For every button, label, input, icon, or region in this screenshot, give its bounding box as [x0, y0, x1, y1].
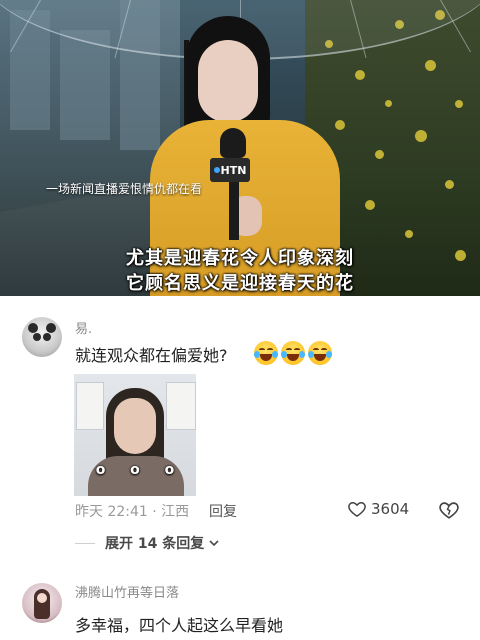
- like-button[interactable]: 3604: [347, 499, 409, 519]
- mic-logo-text: HTN: [220, 163, 247, 177]
- avatar[interactable]: [22, 583, 62, 623]
- image-overlay-text: o o o: [95, 462, 185, 478]
- avatar-eye: [43, 333, 51, 341]
- avatar[interactable]: [22, 317, 62, 357]
- heart-icon: [348, 501, 366, 517]
- notice-board: [166, 382, 196, 430]
- laugh-cry-emoji-icon: [254, 341, 278, 365]
- microphone-handle: [229, 180, 239, 240]
- chevron-down-icon: [209, 540, 219, 547]
- reply-button[interactable]: 回复: [209, 501, 237, 521]
- comment-text: 就连观众都在偏爱她?: [75, 346, 228, 365]
- video-player[interactable]: HTN 一场新闻直播爱恨情仇都在看 尤其是迎春花令人印象深刻 它顾名思义是迎接春…: [0, 0, 480, 296]
- avatar-ear: [46, 323, 56, 333]
- video-subtitle-line1: 尤其是迎春花令人印象深刻: [126, 248, 354, 269]
- avatar-eye: [33, 333, 41, 341]
- microphone-icon: [220, 128, 246, 158]
- expand-replies-button[interactable]: 展开 14 条回复: [75, 533, 220, 553]
- like-count: 3604: [371, 500, 410, 518]
- comment-image[interactable]: o o o: [74, 374, 196, 496]
- presenter-face: [198, 40, 258, 122]
- avatar-face: [37, 593, 47, 603]
- video-overlay-caption: 一场新闻直播爱恨情仇都在看: [46, 182, 203, 196]
- broken-heart-icon: [439, 502, 459, 519]
- video-subtitle-line2: 它顾名思义是迎接春天的花: [126, 273, 354, 294]
- comment-username[interactable]: 沸腾山竹再等日落: [75, 582, 179, 601]
- mic-flag-logo: HTN: [210, 158, 250, 182]
- comment-time-location: 昨天 22:41 · 江西: [75, 504, 190, 520]
- mic-flag-dot: [213, 167, 220, 173]
- avatar-ear: [28, 323, 38, 333]
- expand-replies-label: 展开 14 条回复: [105, 536, 205, 552]
- comment-username[interactable]: 易.: [75, 318, 92, 337]
- laugh-cry-emoji-icon: [308, 341, 332, 365]
- dislike-button[interactable]: [438, 499, 460, 525]
- notice-board: [76, 382, 104, 430]
- laugh-cry-emoji-icon: [281, 341, 305, 365]
- divider-line: [75, 542, 95, 544]
- comment-text: 多幸福，四个人起这么早看她: [75, 616, 284, 635]
- person-face: [114, 398, 156, 454]
